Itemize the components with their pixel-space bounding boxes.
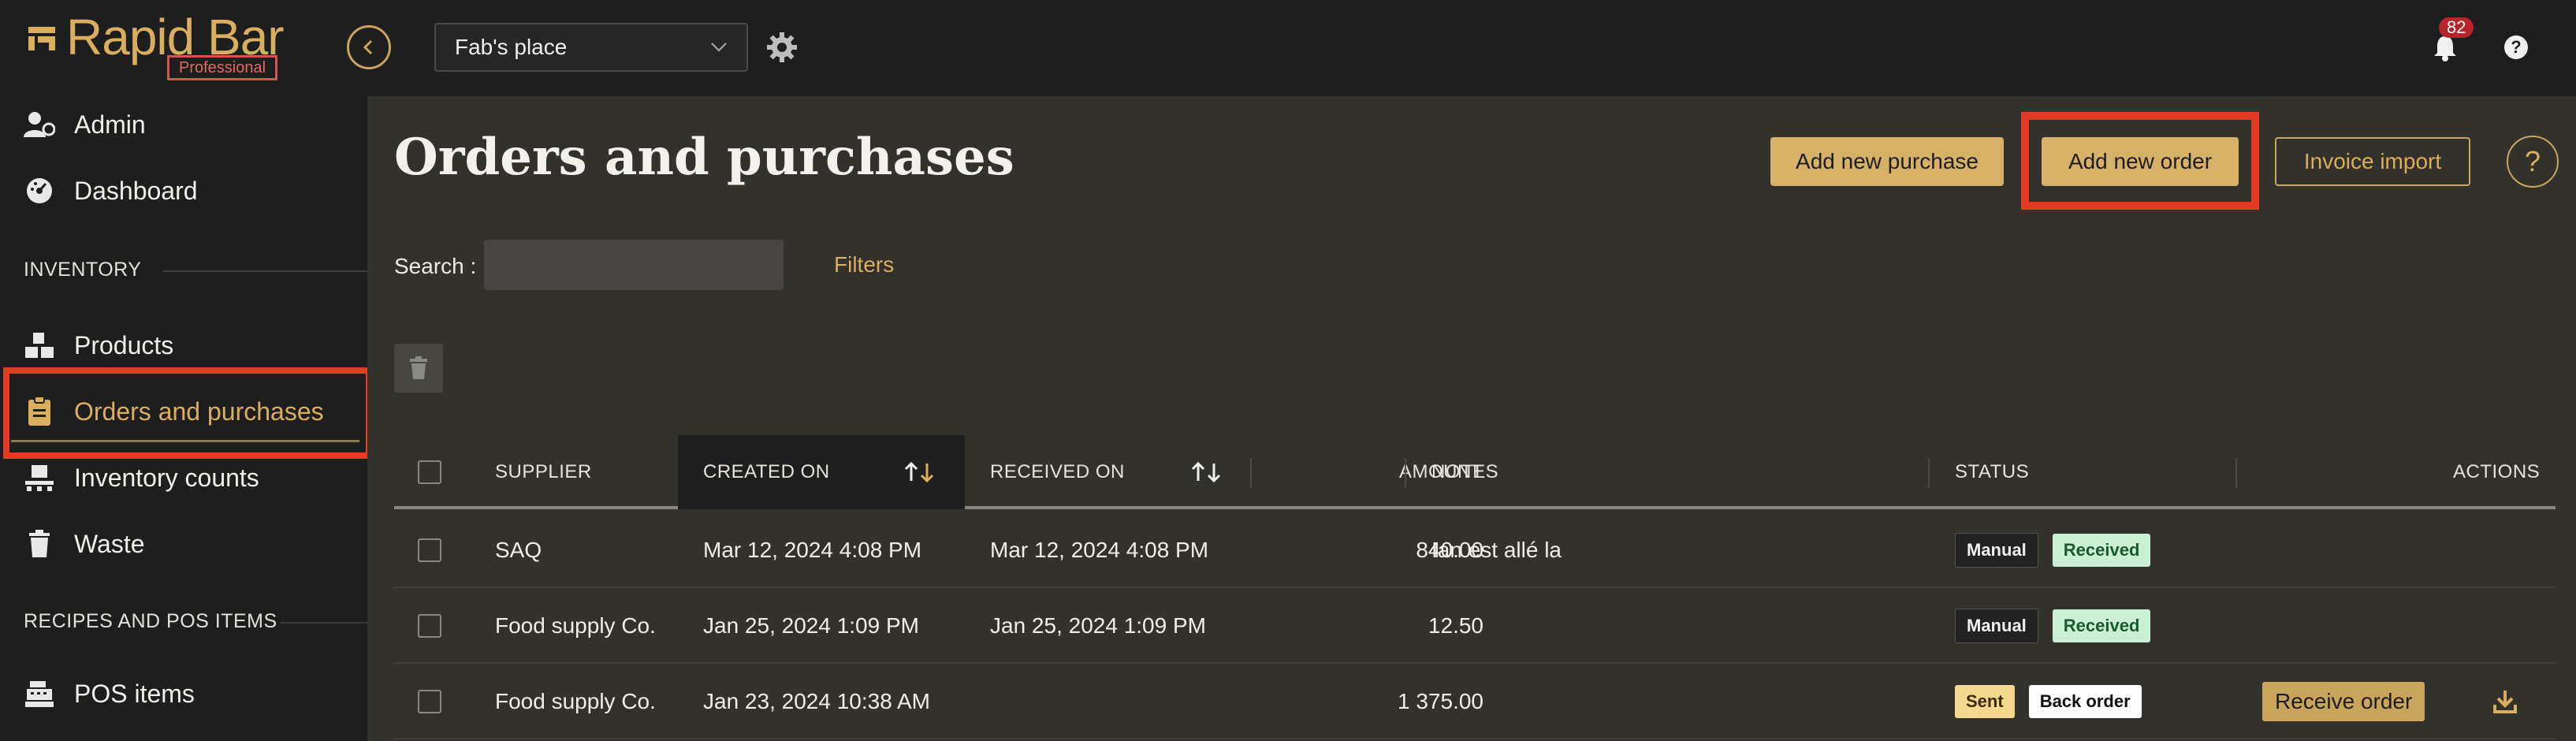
cell-received-on: Mar 12, 2024 4:08 PM [990,538,1209,562]
rapid-bar-logo[interactable]: Rapid Bar Professional [27,8,287,87]
table-header: SUPPLIER CREATED ON RECEIVED ON AMOUNT N… [394,435,2556,509]
status-badge-sent: Sent [1955,685,2015,718]
invoice-import-button[interactable]: Invoice import [2275,137,2470,186]
chevron-down-icon [711,43,727,52]
column-separator [1405,459,1406,487]
cell-created-on: Jan 23, 2024 10:38 AM [703,689,930,713]
status-badge-manual: Manual [1955,609,2038,643]
filters-link[interactable]: Filters [834,252,894,277]
cash-register-icon [24,678,55,709]
sidebar-item-label: Waste [74,529,145,558]
sidebar-item-label: Orders and purchases [74,397,324,426]
column-separator [1250,459,1252,487]
trash-icon [410,356,427,379]
sidebar-item-label: Products [74,330,174,359]
user-gear-icon [24,109,55,140]
row-checkbox[interactable] [418,614,441,638]
receive-order-button[interactable]: Receive order [2262,682,2425,721]
search-input[interactable] [484,240,784,290]
sidebar-item-inventory-counts[interactable]: Inventory counts [0,452,367,503]
table-row[interactable]: SAQ Mar 12, 2024 4:08 PM Mar 12, 2024 4:… [394,512,2556,588]
location-select-value: Fab's place [455,35,568,59]
sort-icon [1191,461,1221,483]
sidebar-item-admin[interactable]: Admin [0,99,367,150]
cell-status: Manual Received [1955,588,2165,664]
column-header-received-on[interactable]: RECEIVED ON [990,435,1125,509]
column-header-supplier[interactable]: SUPPLIER [495,435,592,509]
column-header-label: CREATED ON [703,461,830,482]
add-new-purchase-button[interactable]: Add new purchase [1770,137,2004,186]
logo-mark-icon [28,27,55,50]
chevron-left-icon [363,39,373,55]
brand-tier-badge: Professional [167,55,278,80]
delete-selected-button[interactable] [394,344,443,393]
back-button[interactable] [347,25,391,69]
sidebar-item-dashboard[interactable]: Dashboard [0,166,367,216]
trash-icon [24,528,55,560]
cell-supplier: SAQ [495,538,542,562]
cell-status: Sent Back order [1955,664,2156,739]
column-header-notes: NOTES [1431,461,1499,482]
active-item-underline [11,440,359,442]
cell-supplier: Food supply Co. [495,689,656,713]
status-badge-back-order: Back order [2028,685,2142,718]
search-label: Search : [394,254,477,278]
gear-icon[interactable] [765,30,799,65]
column-separator [2235,459,2237,487]
row-checkbox[interactable] [418,538,441,562]
table-row[interactable]: Food supply Co. Jan 25, 2024 1:09 PM Jan… [394,588,2556,664]
add-new-order-button[interactable]: Add new order [2042,137,2239,186]
location-select[interactable]: Fab's place [434,23,748,72]
section-label-recipes: RECIPES AND POS ITEMS [24,610,277,632]
section-label-inventory: INVENTORY [24,259,142,281]
notification-count-badge: 82 [2439,17,2474,38]
status-badge-received: Received [2052,609,2151,642]
sidebar-item-label: POS items [74,679,195,708]
main-content: Orders and purchases Add new purchase Ad… [367,96,2576,741]
boxes-icon [24,330,55,361]
cell-amount: 1 375.00 [1398,689,1483,713]
download-icon[interactable] [2492,689,2518,714]
select-all-checkbox[interactable] [418,460,441,484]
sidebar-item-label: Inventory counts [74,463,259,492]
sidebar-item-pos-items[interactable]: POS items [0,668,367,719]
question-mark-icon: ? [2524,145,2541,177]
svg-text:?: ? [2511,37,2521,57]
cell-supplier: Food supply Co. [495,613,656,638]
sidebar-item-label: Dashboard [74,176,198,205]
page-title: Orders and purchases [394,128,1014,187]
column-header-created-on[interactable]: CREATED ON [678,435,965,509]
clipboard-icon [24,396,55,427]
sidebar-item-label: Admin [74,110,146,139]
sidebar-item-orders-and-purchases[interactable]: Orders and purchases [0,386,367,437]
cell-notes: Ian est allé la [1431,538,1562,562]
cell-amount: 12.50 [1428,613,1483,638]
help-icon[interactable]: ? [2500,32,2532,63]
column-separator [1928,459,1930,487]
sidebar-item-waste[interactable]: Waste [0,519,367,569]
pallet-icon [24,462,55,493]
cell-status: Manual Received [1955,512,2165,588]
section-divider [162,270,367,272]
section-divider [281,622,367,624]
sidebar: Admin Dashboard INVENTORY Products Order… [0,96,367,741]
page-help-button[interactable]: ? [2507,136,2559,188]
cell-created-on: Mar 12, 2024 4:08 PM [703,538,922,562]
table-row[interactable]: Food supply Co. Jan 23, 2024 10:38 AM 1 … [394,664,2556,739]
sort-icon [904,461,934,483]
top-bar: Rapid Bar Professional Fab's place 82 ? [0,0,2576,96]
status-badge-manual: Manual [1955,533,2038,568]
sidebar-item-products[interactable]: Products [0,320,367,370]
cell-received-on: Jan 25, 2024 1:09 PM [990,613,1206,638]
row-checkbox[interactable] [418,690,441,713]
column-header-status: STATUS [1955,461,2030,482]
gauge-icon [24,175,55,207]
column-header-actions: ACTIONS [2453,461,2541,482]
status-badge-received: Received [2052,534,2151,567]
cell-created-on: Jan 25, 2024 1:09 PM [703,613,919,638]
